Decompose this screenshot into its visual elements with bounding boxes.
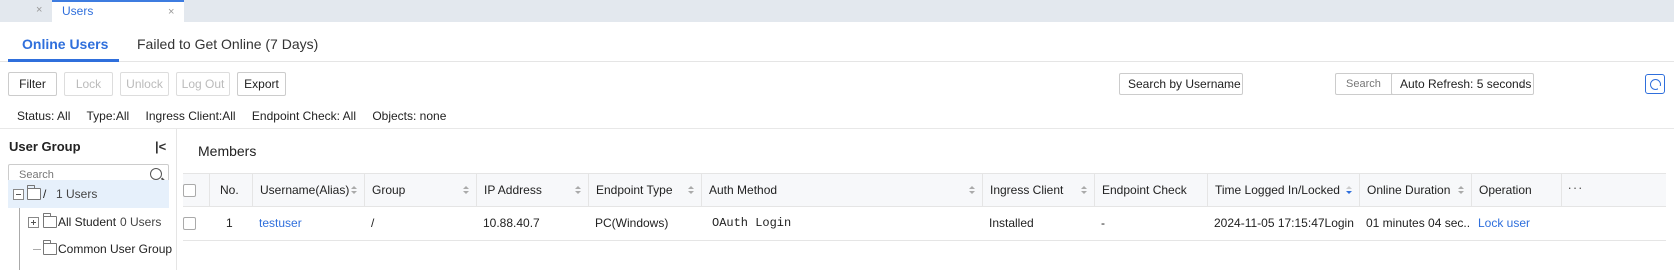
sort-icon[interactable] [1458, 186, 1464, 195]
column-header-ingress-client[interactable]: Ingress Client [982, 174, 1094, 206]
cell-ip-address: 10.88.40.7 [483, 216, 540, 230]
cell-endpoint-check: - [1101, 216, 1105, 230]
sort-icon[interactable] [463, 186, 469, 195]
row-checkbox[interactable] [183, 217, 196, 230]
column-header-operation: Operation [1471, 174, 1561, 206]
filter-summary: Status: All Type:All Ingress Client:All … [17, 109, 459, 123]
chevron-down-icon: ⌄ [1227, 79, 1235, 89]
refresh-button[interactable] [1645, 74, 1665, 94]
cell-auth-method: OAuth Login [712, 216, 792, 230]
filter-button[interactable]: Filter [8, 72, 57, 96]
tab-online-users[interactable]: Online Users [22, 36, 108, 52]
close-icon[interactable]: × [168, 6, 174, 18]
column-header-endpoint-check: Endpoint Check [1094, 174, 1207, 206]
column-header-time-logged-in[interactable]: Time Logged In/Locked [1207, 174, 1359, 206]
tree-item-count: 1 Users [56, 187, 98, 201]
search-by-select[interactable]: Search by Username ⌄ [1119, 73, 1243, 95]
cell-ingress-client: Installed [989, 216, 1034, 230]
sort-icon[interactable] [351, 186, 357, 195]
more-columns-icon[interactable]: ··· [1561, 174, 1589, 206]
filter-ingress-client: Ingress Client:All [145, 109, 236, 123]
sort-icon[interactable] [575, 186, 581, 195]
filter-type: Type:All [86, 109, 130, 123]
column-header-no: No. [209, 174, 252, 206]
tab-failed-to-get-online[interactable]: Failed to Get Online (7 Days) [137, 36, 318, 52]
sort-icon[interactable] [1081, 186, 1087, 195]
sort-icon[interactable] [688, 186, 694, 195]
auto-refresh-value: Auto Refresh: 5 seconds [1400, 77, 1532, 91]
folder-icon [43, 213, 57, 228]
cell-no: 1 [226, 216, 233, 230]
close-icon[interactable]: × [36, 4, 42, 16]
chevron-down-icon: ⌄ [1518, 79, 1526, 89]
previous-tab[interactable]: × [0, 0, 52, 22]
cell-time-logged-in: 2024-11-05 17:15:47Login [1214, 216, 1354, 230]
folder-icon [43, 240, 57, 255]
tree-item-all-student[interactable]: All Student 0 Users [8, 208, 169, 236]
members-title: Members [198, 143, 257, 159]
folder-icon [27, 185, 41, 200]
column-header-online-duration[interactable]: Online Duration [1359, 174, 1471, 206]
tree-item-root[interactable]: / 1 Users [8, 180, 169, 208]
search-by-value: Search by Username [1128, 77, 1241, 91]
select-all-checkbox[interactable] [183, 184, 196, 197]
sub-tabs: Online Users Failed to Get Online (7 Day… [0, 22, 1674, 62]
table-header: No. Username(Alias) Group IP Address End… [183, 173, 1666, 207]
tab-label: Users [62, 4, 94, 18]
column-header-ip-address[interactable]: IP Address [476, 174, 588, 206]
lock-button[interactable]: Lock [64, 72, 113, 96]
divider [0, 128, 1674, 129]
cell-online-duration: 01 minutes 04 sec... [1366, 216, 1471, 230]
export-button[interactable]: Export [237, 72, 286, 96]
filter-status: Status: All [17, 109, 71, 123]
user-group-panel: User Group |< / 1 Users All Student 0 Us… [0, 129, 177, 270]
filter-objects: Objects: none [372, 109, 447, 123]
tree-item-count: 0 Users [120, 215, 162, 229]
expand-node-icon[interactable] [28, 217, 39, 228]
tree-item-label: / [43, 187, 47, 201]
tab-users[interactable]: Users × [52, 0, 184, 22]
tree-item-label: All Student [58, 215, 117, 229]
cell-endpoint-type: PC(Windows) [595, 216, 669, 230]
tree-item-common-user-group[interactable]: Common User Group [8, 235, 173, 263]
log-out-button[interactable]: Log Out [176, 72, 230, 96]
column-header-username[interactable]: Username(Alias) [252, 174, 364, 206]
column-header-endpoint-type[interactable]: Endpoint Type [588, 174, 701, 206]
table-row[interactable]: 1 testuser / 10.88.40.7 PC(Windows) OAut… [183, 207, 1666, 241]
filter-endpoint-check: Endpoint Check: All [251, 109, 356, 123]
cell-group: / [371, 216, 375, 230]
lock-user-link[interactable]: Lock user [1471, 207, 1561, 240]
column-header-auth-method[interactable]: Auth Method [701, 174, 982, 206]
column-header-group[interactable]: Group [364, 174, 476, 206]
collapse-panel-icon[interactable]: |< [155, 139, 166, 154]
auto-refresh-select[interactable]: Auto Refresh: 5 seconds ⌄ [1391, 73, 1534, 95]
window-tab-strip: × Users × [0, 0, 1674, 22]
sort-desc-icon[interactable] [1346, 186, 1352, 195]
sort-icon[interactable] [969, 186, 975, 195]
collapse-node-icon[interactable] [13, 189, 24, 200]
active-tab-indicator [8, 59, 119, 62]
unlock-button[interactable]: Unlock [120, 72, 169, 96]
tree-item-label: Common User Group [58, 242, 173, 256]
search-icon[interactable] [150, 168, 162, 180]
user-group-title: User Group [9, 139, 81, 154]
cell-username-link[interactable]: testuser [252, 207, 364, 240]
